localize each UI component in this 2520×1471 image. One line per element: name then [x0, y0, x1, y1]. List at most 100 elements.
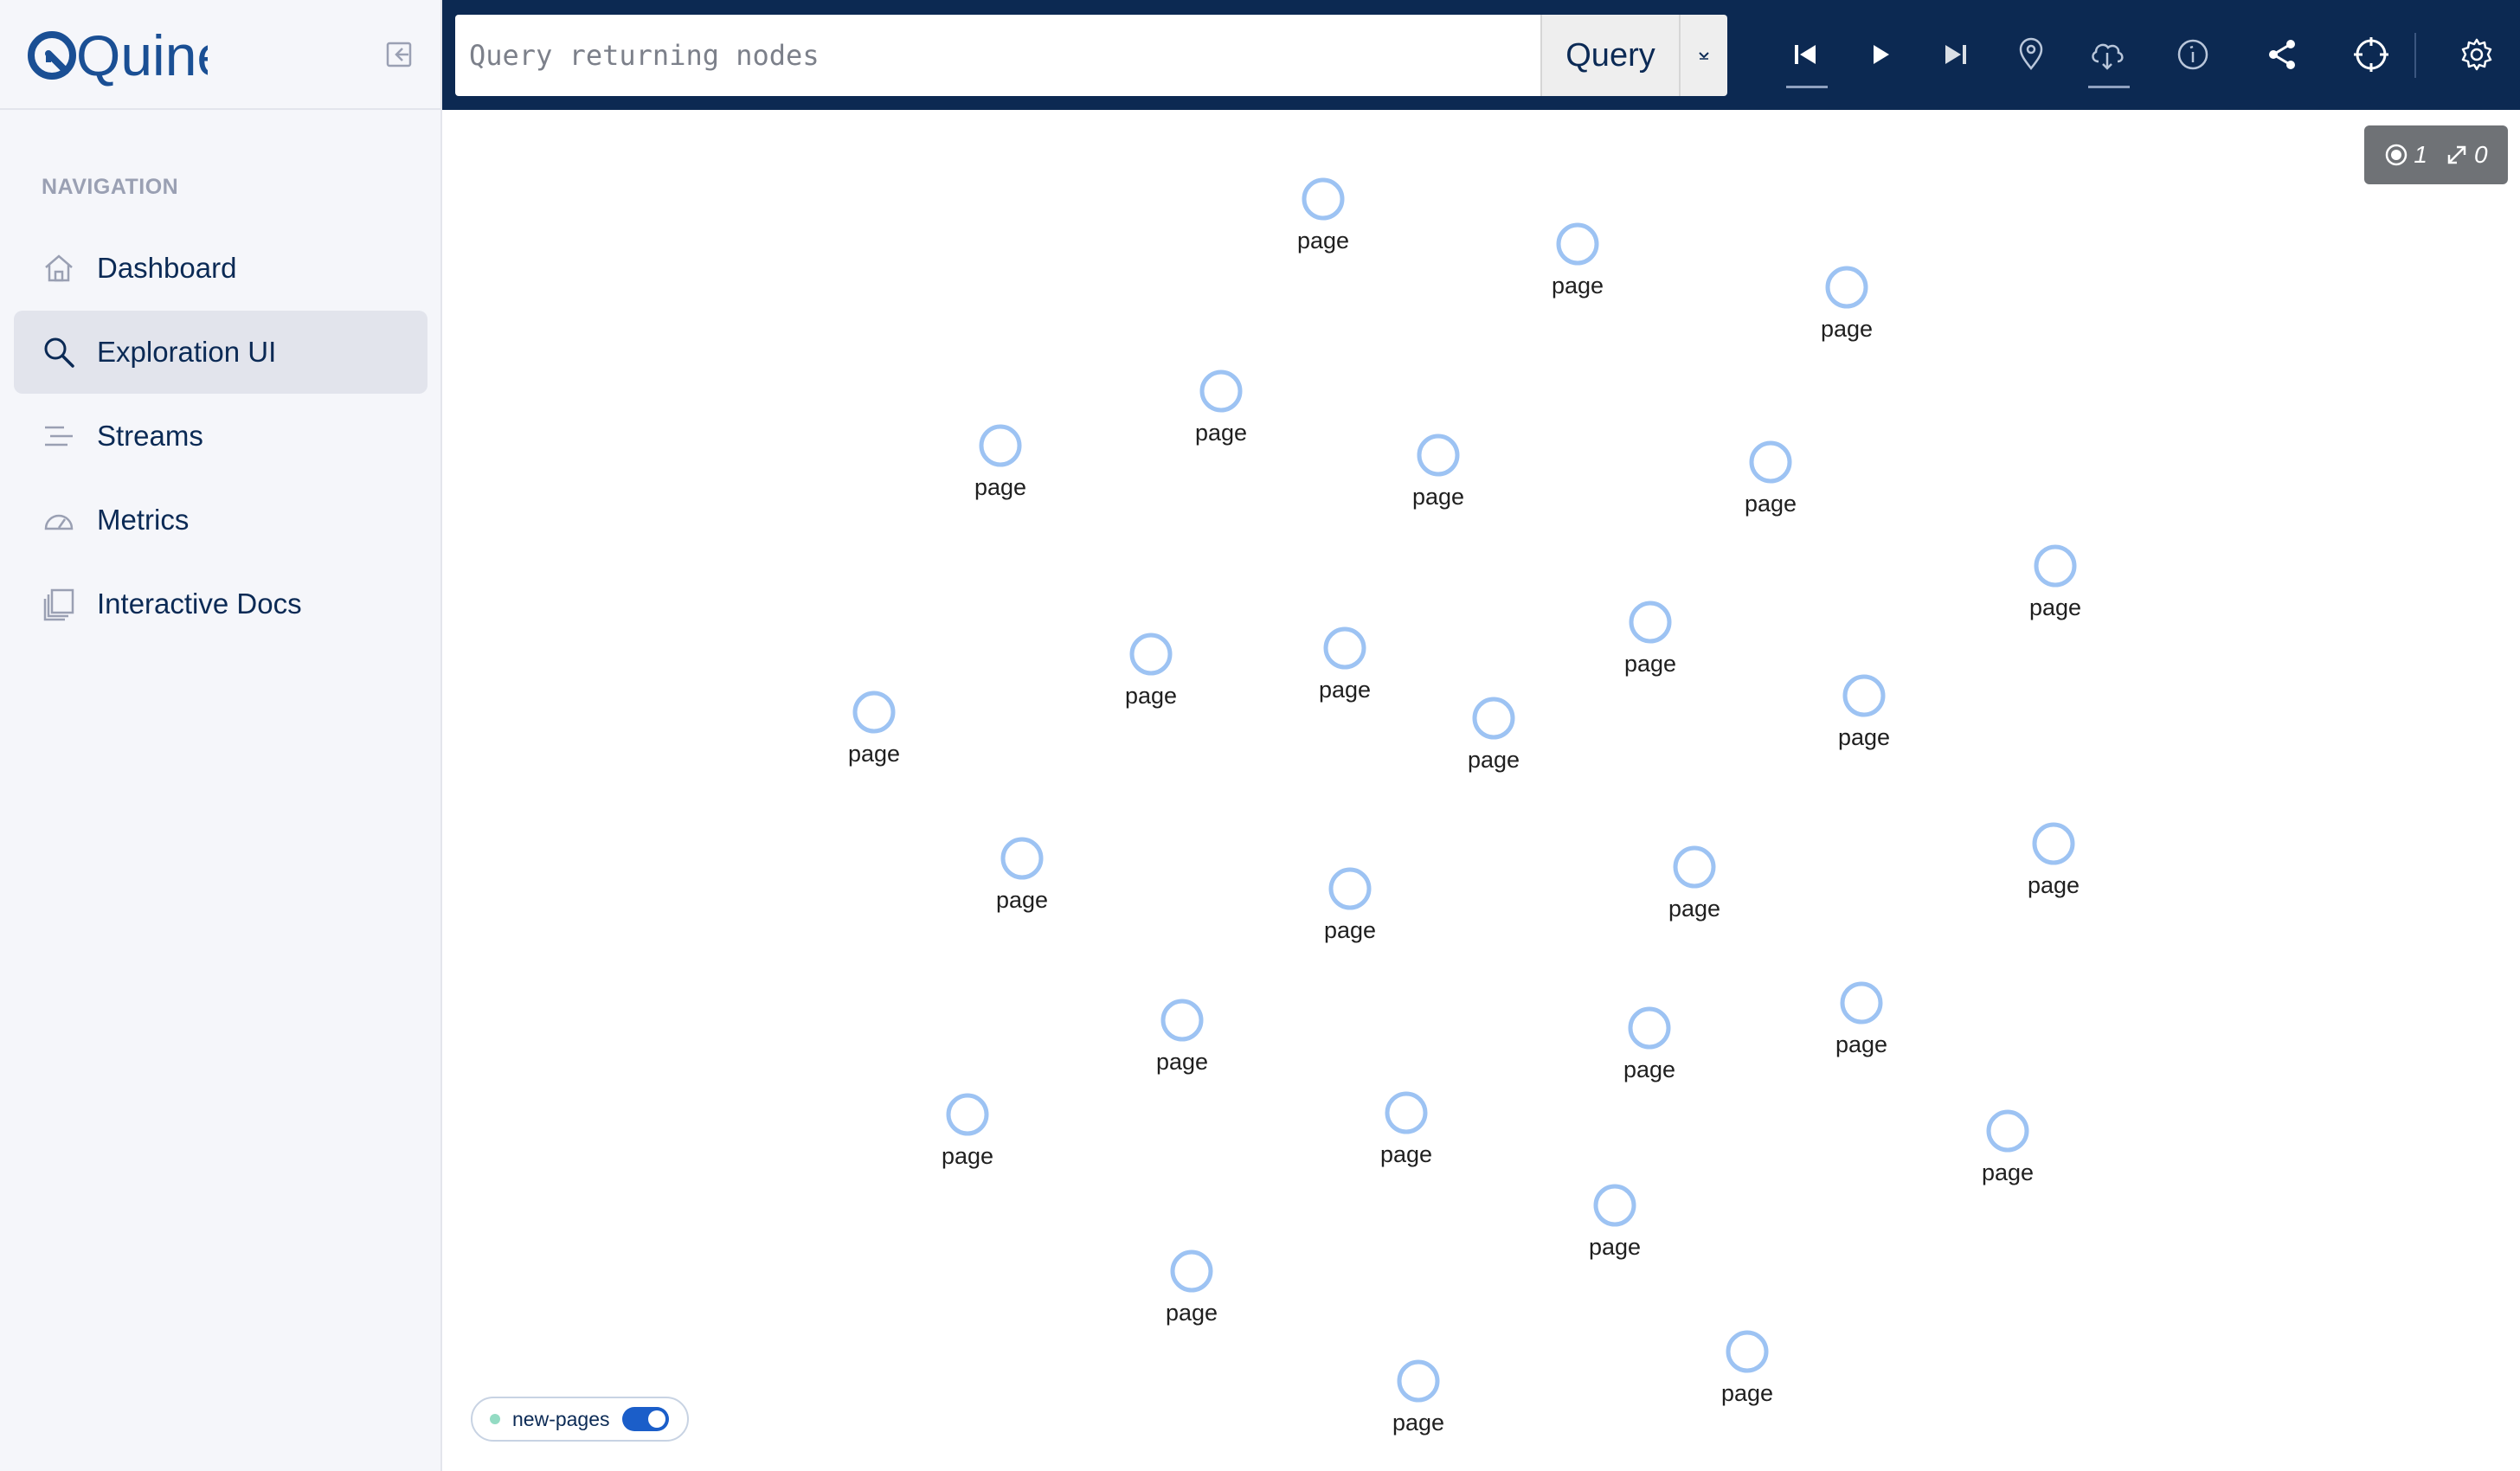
graph-node[interactable]: page — [1838, 674, 1890, 750]
map-pin-button[interactable] — [2005, 26, 2057, 83]
node-circle[interactable] — [1825, 266, 1868, 309]
cloud-download-underline — [2088, 86, 2130, 88]
graph-node[interactable]: page — [848, 691, 900, 767]
node-label: page — [1380, 1141, 1432, 1167]
graph-node[interactable]: page — [996, 837, 1048, 913]
graph-node[interactable]: page — [1982, 1109, 2034, 1185]
sidebar-item-label: Dashboard — [97, 252, 237, 284]
node-circle[interactable] — [1593, 1184, 1636, 1227]
share-icon — [2269, 40, 2295, 69]
node-circle[interactable] — [946, 1093, 989, 1136]
node-circle[interactable] — [1328, 867, 1372, 910]
node-label: page — [1589, 1234, 1641, 1260]
node-circle[interactable] — [2032, 822, 2075, 865]
node-circle[interactable] — [852, 691, 896, 734]
graph-node[interactable]: page — [1624, 601, 1676, 677]
quine-logo: Quine — [28, 23, 208, 87]
graph-node[interactable]: page — [1589, 1184, 1641, 1260]
node-circle[interactable] — [1160, 999, 1204, 1042]
node-circle[interactable] — [1323, 626, 1366, 670]
cloud-download-button[interactable] — [2081, 26, 2133, 88]
collapse-sidebar-button[interactable] — [382, 38, 415, 71]
node-circle[interactable] — [1556, 222, 1599, 266]
node-circle[interactable] — [1170, 1249, 1213, 1293]
node-circle[interactable] — [1385, 1091, 1428, 1134]
graph-node[interactable]: page — [1668, 845, 1720, 922]
graph-node[interactable]: page — [942, 1093, 993, 1169]
graph-node[interactable]: page — [1319, 626, 1371, 703]
graph-node[interactable]: page — [1125, 633, 1177, 709]
node-circle[interactable] — [1397, 1359, 1440, 1403]
graph-view[interactable]: page page page page page page page page page page… — [442, 110, 2520, 1471]
graph-node[interactable]: page — [1392, 1359, 1444, 1436]
graph-node[interactable]: page — [1166, 1249, 1218, 1326]
sidebar-item-streams[interactable]: Streams — [14, 395, 428, 478]
node-circle[interactable] — [979, 424, 1022, 467]
settings-button[interactable] — [2451, 26, 2503, 83]
skip-forward-button[interactable] — [1930, 26, 1982, 83]
graph-node[interactable]: page — [1468, 697, 1520, 773]
graph-node[interactable]: page — [1552, 222, 1604, 299]
node-circle[interactable] — [1000, 837, 1044, 880]
sidebar-item-metrics[interactable]: Metrics — [14, 479, 428, 562]
node-circle[interactable] — [1986, 1109, 2029, 1153]
recenter-button[interactable] — [2345, 26, 2397, 83]
play-button[interactable] — [1855, 26, 1906, 83]
graph-node[interactable]: page — [1835, 981, 1887, 1057]
graph-node[interactable]: page — [1195, 369, 1247, 446]
toolbar: Query — [442, 0, 2520, 110]
graph-node[interactable]: page — [1156, 999, 1208, 1075]
graph-node[interactable]: page — [1745, 440, 1797, 517]
graph-node[interactable]: page — [1721, 1330, 1773, 1406]
info-icon — [2177, 39, 2208, 70]
sidebar-item-dashboard[interactable]: Dashboard — [14, 227, 428, 310]
graph-canvas[interactable]: page page page page page page page page page page… — [442, 110, 2520, 1471]
query-button[interactable]: Query — [1540, 15, 1679, 96]
crosshair-icon — [2354, 37, 2388, 72]
settings-icon — [2461, 38, 2492, 71]
graph-node[interactable]: page — [1380, 1091, 1432, 1167]
node-circle[interactable] — [1199, 369, 1243, 413]
node-circle[interactable] — [1673, 845, 1716, 889]
info-button[interactable] — [2167, 26, 2219, 83]
sidebar-item-interactive-docs[interactable]: Interactive Docs — [14, 562, 428, 646]
node-circle[interactable] — [1417, 434, 1460, 477]
node-label: page — [1835, 1031, 1887, 1057]
skip-back-button[interactable] — [1779, 26, 1831, 88]
toggle-switch[interactable] — [621, 1407, 669, 1431]
graph-node[interactable]: page — [1412, 434, 1464, 510]
node-circle[interactable] — [1842, 674, 1886, 717]
node-circle[interactable] — [1726, 1330, 1769, 1373]
graph-count-badge: 1 0 — [2364, 125, 2508, 184]
node-label: page — [1668, 896, 1720, 922]
sidebar-item-exploration-ui[interactable]: Exploration UI — [14, 311, 428, 394]
graph-node[interactable]: page — [1821, 266, 1873, 342]
node-count: 1 — [2414, 141, 2427, 168]
node-label: page — [2028, 872, 2080, 898]
new-pages-toggle[interactable]: new-pages — [471, 1397, 689, 1442]
node-circle[interactable] — [2034, 544, 2077, 588]
node-label: page — [1721, 1380, 1773, 1406]
node-circle[interactable] — [1129, 633, 1173, 676]
node-circle[interactable] — [1472, 697, 1515, 740]
graph-node[interactable]: page — [1324, 867, 1376, 943]
graph-node[interactable]: page — [2028, 822, 2080, 898]
node-label: page — [1156, 1049, 1208, 1075]
sidebar-item-label: Metrics — [97, 504, 190, 536]
graph-node[interactable]: page — [1297, 177, 1349, 254]
home-icon — [40, 249, 78, 287]
node-circle[interactable] — [1628, 1006, 1671, 1050]
node-count-icon — [2386, 144, 2408, 166]
graph-node[interactable]: page — [974, 424, 1026, 500]
node-circle[interactable] — [1629, 601, 1672, 644]
share-button[interactable] — [2256, 26, 2308, 83]
node-circle[interactable] — [1840, 981, 1883, 1025]
node-label: page — [996, 887, 1048, 913]
query-options-dropdown[interactable] — [1679, 15, 1727, 96]
graph-node[interactable]: page — [2029, 544, 2081, 620]
query-input[interactable] — [455, 15, 1540, 96]
navigation-heading: NAVIGATION — [42, 175, 179, 199]
node-circle[interactable] — [1749, 440, 1792, 484]
node-circle[interactable] — [1302, 177, 1345, 221]
graph-node[interactable]: page — [1623, 1006, 1675, 1082]
